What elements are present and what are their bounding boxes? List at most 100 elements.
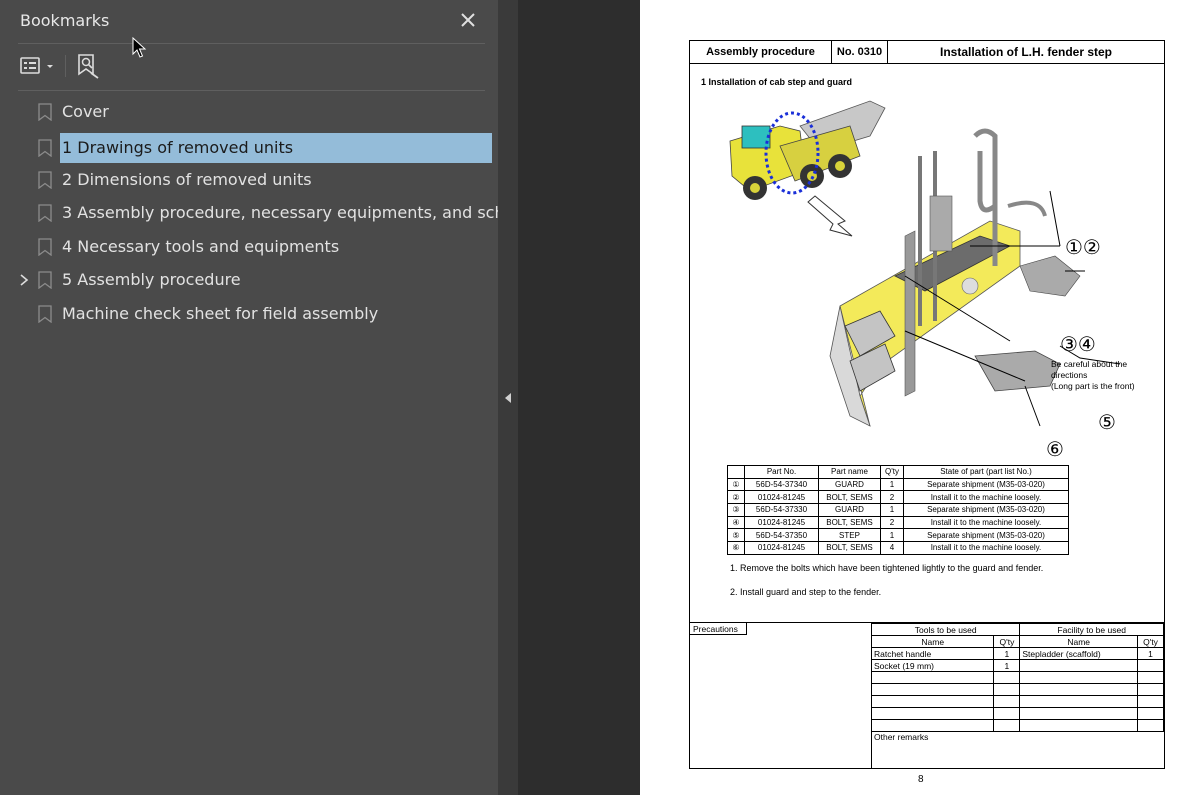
row-part-no: 01024-81245	[744, 515, 819, 530]
close-icon[interactable]	[456, 8, 480, 32]
row-mark: ⑥	[727, 541, 745, 555]
panel-splitter[interactable]	[498, 0, 518, 795]
tools-header: Tools to be used	[870, 623, 1021, 636]
table-row: ⑥ 01024-81245 BOLT, SEMS 4 Install it to…	[727, 541, 1069, 555]
bookmark-item-assembly-schedule[interactable]: 3 Assembly procedure, necessary equipmen…	[18, 198, 549, 228]
row-qty: 1	[880, 503, 904, 517]
table-row: ④ 01024-81245 BOLT, SEMS 2 Install it to…	[727, 515, 1069, 530]
procedure-sheet: Assembly procedure No. 0310 Installation…	[689, 40, 1165, 769]
row-state: Install it to the machine loosely.	[902, 490, 1069, 505]
row-qty: 1	[880, 477, 904, 492]
header-procedure: Assembly procedure	[690, 41, 832, 64]
facility-name-col: Name	[1019, 635, 1139, 648]
row-state: Install it to the machine loosely.	[902, 541, 1069, 555]
header-title: Installation of L.H. fender step	[888, 41, 1164, 64]
table-row: ② 01024-81245 BOLT, SEMS 2 Install it to…	[727, 490, 1069, 505]
bookmark-item-assembly-procedure[interactable]: 5 Assembly procedure	[18, 265, 492, 295]
callout-1-2: ①②	[1065, 235, 1101, 259]
row-part-no: 01024-81245	[744, 490, 819, 505]
tool-qty: 1	[993, 659, 1021, 672]
row-part-no: 56D-54-37350	[744, 528, 819, 543]
callout-5: ⑤	[1098, 410, 1116, 434]
bookmark-item-dimensions[interactable]: 2 Dimensions of removed units	[18, 165, 492, 195]
precautions-label: Precautions	[690, 623, 747, 635]
divider	[18, 43, 485, 44]
row-mark: ⑤	[727, 528, 745, 543]
fender-assembly-image	[829, 128, 1081, 427]
header-number: No. 0310	[832, 41, 888, 64]
row-qty: 4	[880, 541, 904, 555]
bookmark-icon	[38, 139, 52, 158]
bookmark-item-drawings[interactable]: 1 Drawings of removed units	[18, 133, 492, 163]
row-part-no: 56D-54-37340	[744, 477, 819, 492]
row-mark: ③	[727, 503, 745, 517]
table-row	[870, 707, 1164, 720]
row-part-name: GUARD	[818, 503, 881, 517]
assembly-illustration: ①② ③④ Be careful about the directions (L…	[729, 100, 1135, 461]
list-options-icon[interactable]	[18, 53, 58, 79]
row-mark: ①	[727, 477, 745, 492]
bookmark-item-check-sheet[interactable]: Machine check sheet for field assembly	[18, 299, 492, 329]
bookmark-item-cover[interactable]: Cover	[18, 97, 492, 127]
row-part-no: 56D-54-37330	[744, 503, 819, 517]
parts-header-qty: Q'ty	[880, 465, 904, 479]
toolbar-separator	[65, 55, 66, 77]
bookmark-icon	[38, 238, 52, 257]
tool-qty: 1	[993, 647, 1021, 660]
row-part-name: GUARD	[818, 477, 881, 492]
table-row	[870, 671, 1164, 684]
row-state: Separate shipment (M35-03-020)	[902, 528, 1069, 543]
parts-header-partno: Part No.	[744, 465, 819, 479]
bookmark-icon	[38, 271, 52, 290]
tools-facility-table: Tools to be used Facility to be used Nam…	[870, 623, 1164, 732]
bookmark-label: Machine check sheet for field assembly	[62, 304, 379, 323]
facility-header: Facility to be used	[1019, 623, 1164, 636]
callout-note-line2: directions	[1051, 370, 1087, 380]
row-qty: 2	[880, 515, 904, 530]
collapse-panel-icon[interactable]	[504, 391, 512, 403]
tool-name: Ratchet handle	[870, 647, 995, 660]
chevron-right-icon[interactable]	[18, 272, 30, 288]
tool-name: Socket (19 mm)	[870, 659, 995, 672]
row-mark: ④	[727, 515, 745, 530]
row-part-name: STEP	[818, 528, 881, 543]
other-remarks: Other remarks	[871, 730, 1164, 769]
row-qty: 1	[880, 528, 904, 543]
bookmark-item-tools[interactable]: 4 Necessary tools and equipments	[18, 232, 492, 262]
bookmark-icon	[38, 171, 52, 190]
callout-note-line1: Be careful about the	[1051, 359, 1127, 369]
step-title: 1 Installation of cab step and guard	[701, 77, 853, 87]
callout-6: ⑥	[1046, 437, 1064, 461]
row-part-no: 01024-81245	[744, 541, 819, 555]
bookmark-icon	[38, 103, 52, 122]
tools-name-col: Name	[870, 635, 995, 648]
page-number: 8	[918, 774, 924, 785]
bookmark-label: 1 Drawings of removed units	[60, 133, 492, 163]
bookmark-icon	[38, 204, 52, 223]
row-part-name: BOLT, SEMS	[818, 515, 881, 530]
bookmark-label: 4 Necessary tools and equipments	[62, 237, 340, 256]
row-part-name: BOLT, SEMS	[818, 490, 881, 505]
table-row: ⑤ 56D-54-37350 STEP 1 Separate shipment …	[727, 528, 1069, 543]
facility-qty-col: Q'ty	[1137, 635, 1164, 648]
pdf-page: Assembly procedure No. 0310 Installation…	[640, 0, 1200, 795]
bookmark-label: 2 Dimensions of removed units	[62, 170, 312, 189]
facility-qty: 1	[1137, 647, 1164, 660]
dump-truck-image	[729, 100, 886, 200]
row-state: Separate shipment (M35-03-020)	[902, 503, 1069, 517]
procedure-note-2: 2. Install guard and step to the fender.	[730, 587, 882, 597]
row-part-name: BOLT, SEMS	[818, 541, 881, 555]
divider	[18, 90, 485, 91]
tools-qty-col: Q'ty	[993, 635, 1021, 648]
callout-3-4: ③④	[1060, 332, 1096, 356]
table-row: ① 56D-54-37340 GUARD 1 Separate shipment…	[727, 477, 1069, 492]
parts-header-mark	[727, 465, 745, 479]
bookmarks-panel: Bookmarks Cover 1 Drawings of removed un…	[0, 0, 549, 795]
row-mark: ②	[727, 490, 745, 505]
find-bookmark-icon[interactable]	[74, 52, 102, 80]
table-row	[870, 683, 1164, 696]
table-row: Socket (19 mm) 1	[870, 659, 1164, 672]
viewer-background	[518, 0, 640, 795]
row-qty: 2	[880, 490, 904, 505]
row-state: Separate shipment (M35-03-020)	[902, 477, 1069, 492]
